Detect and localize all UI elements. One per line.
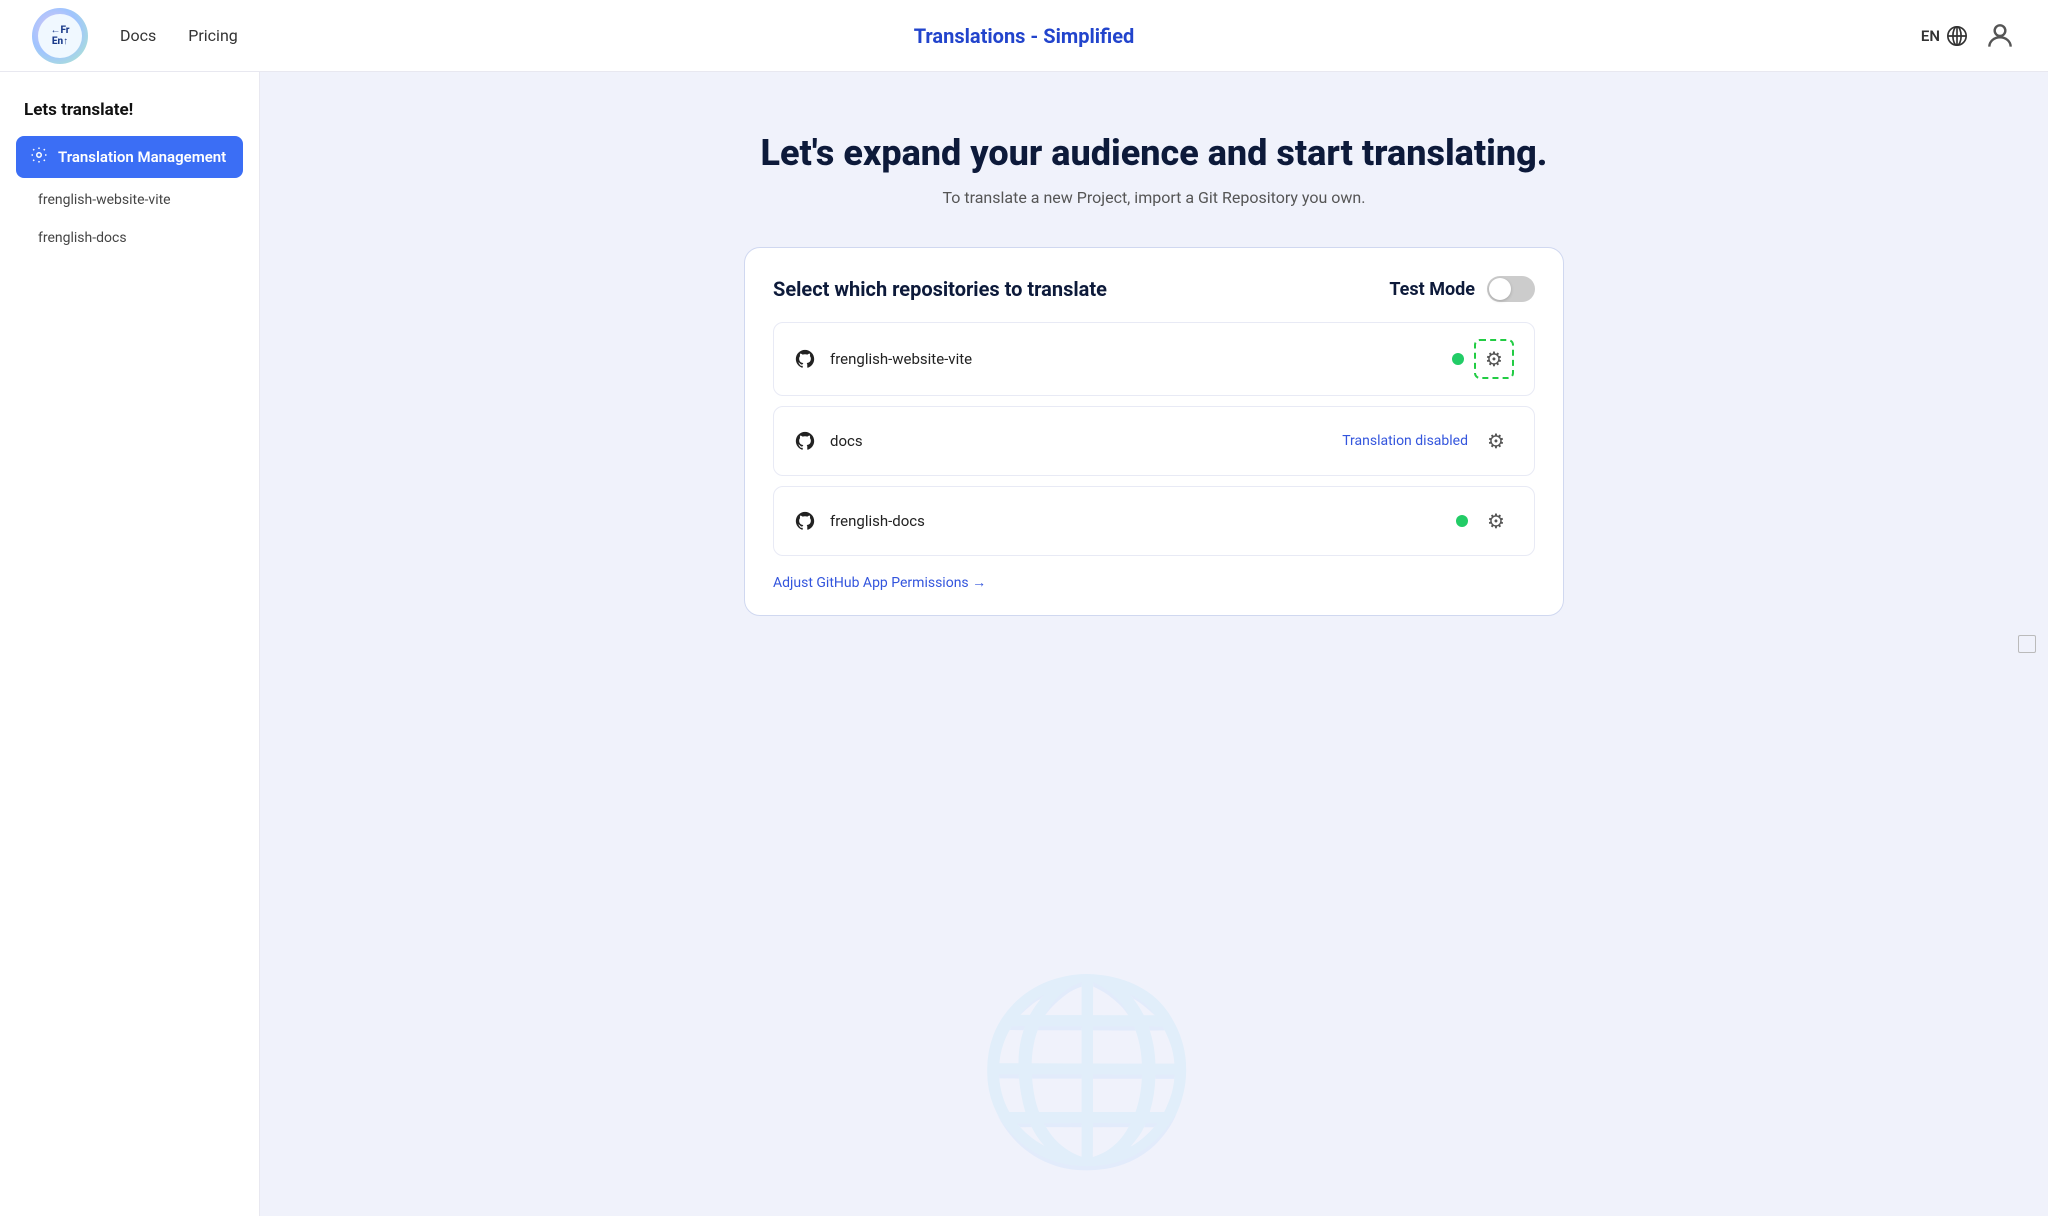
repo-name-1: frenglish-website-vite [830, 350, 1438, 368]
sidebar-subitem-label-1: frenglish-website-vite [38, 192, 171, 208]
status-dot-1 [1452, 353, 1464, 365]
repo-name-2: docs [830, 432, 1328, 450]
sidebar-subitem-label-2: frenglish-docs [38, 230, 127, 246]
test-mode-toggle[interactable] [1487, 276, 1535, 302]
navbar-title: Translations - Simplified [914, 24, 1135, 48]
gear-btn-wrapper-1: ⚙ [1474, 339, 1514, 379]
scroll-indicator [2018, 635, 2036, 653]
lang-selector[interactable]: EN [1921, 25, 1968, 47]
pricing-link[interactable]: Pricing [188, 26, 238, 45]
user-icon[interactable] [1984, 20, 2016, 52]
repo-actions-2: Translation disabled ⚙ [1342, 423, 1514, 459]
globe-icon [1946, 25, 1968, 47]
navbar-right: EN [1921, 20, 2016, 52]
repo-row-3: frenglish-docs ⚙ [773, 486, 1535, 556]
test-mode-row: Test Mode [1389, 276, 1535, 302]
translation-disabled-text[interactable]: Translation disabled [1342, 433, 1468, 449]
navbar-center: Translations - Simplified [914, 24, 1135, 48]
sidebar-subitem-frenglish-docs[interactable]: frenglish-docs [16, 220, 243, 256]
gear-button-2[interactable]: ⚙ [1478, 423, 1514, 459]
navbar-left: ←FrEn↑ Docs Pricing [32, 8, 238, 64]
translation-management-icon [30, 146, 48, 168]
test-mode-label: Test Mode [1389, 279, 1475, 300]
repo-row-2: docs Translation disabled ⚙ [773, 406, 1535, 476]
sidebar: Lets translate! Translation Management f… [0, 72, 260, 1216]
hero-subtitle: To translate a new Project, import a Git… [943, 188, 1366, 207]
sidebar-item-tm-label: Translation Management [58, 148, 226, 166]
sidebar-item-translation-management[interactable]: Translation Management [16, 136, 243, 178]
adjust-github-link[interactable]: Adjust GitHub App Permissions → [773, 574, 986, 591]
toggle-knob [1489, 278, 1511, 300]
github-icon-3 [794, 510, 816, 532]
sidebar-heading: Lets translate! [16, 100, 243, 120]
gear-button-1[interactable]: ⚙ [1476, 341, 1512, 377]
repo-name-3: frenglish-docs [830, 512, 1442, 530]
card-header: Select which repositories to translate T… [773, 276, 1535, 302]
bg-decoration: 🌐 [975, 965, 1199, 1176]
github-icon-2 [794, 430, 816, 452]
card-title: Select which repositories to translate [773, 277, 1107, 301]
repo-card: Select which repositories to translate T… [744, 247, 1564, 616]
repo-row-1: frenglish-website-vite ⚙ [773, 322, 1535, 396]
app-body: Lets translate! Translation Management f… [0, 72, 2048, 1216]
main-content: 🌐 Let's expand your audience and start t… [260, 72, 2048, 1216]
repo-actions-3: ⚙ [1456, 503, 1514, 539]
gear-button-3[interactable]: ⚙ [1478, 503, 1514, 539]
status-dot-3 [1456, 515, 1468, 527]
logo-inner: ←FrEn↑ [38, 14, 82, 58]
logo[interactable]: ←FrEn↑ [32, 8, 88, 64]
repo-actions-1: ⚙ [1452, 339, 1514, 379]
docs-link[interactable]: Docs [120, 26, 156, 45]
navbar: ←FrEn↑ Docs Pricing Translations - Simpl… [0, 0, 2048, 72]
github-icon-1 [794, 348, 816, 370]
lang-text: EN [1921, 27, 1940, 45]
sidebar-subitem-frenglish-website-vite[interactable]: frenglish-website-vite [16, 182, 243, 218]
hero-title: Let's expand your audience and start tra… [761, 132, 1548, 174]
